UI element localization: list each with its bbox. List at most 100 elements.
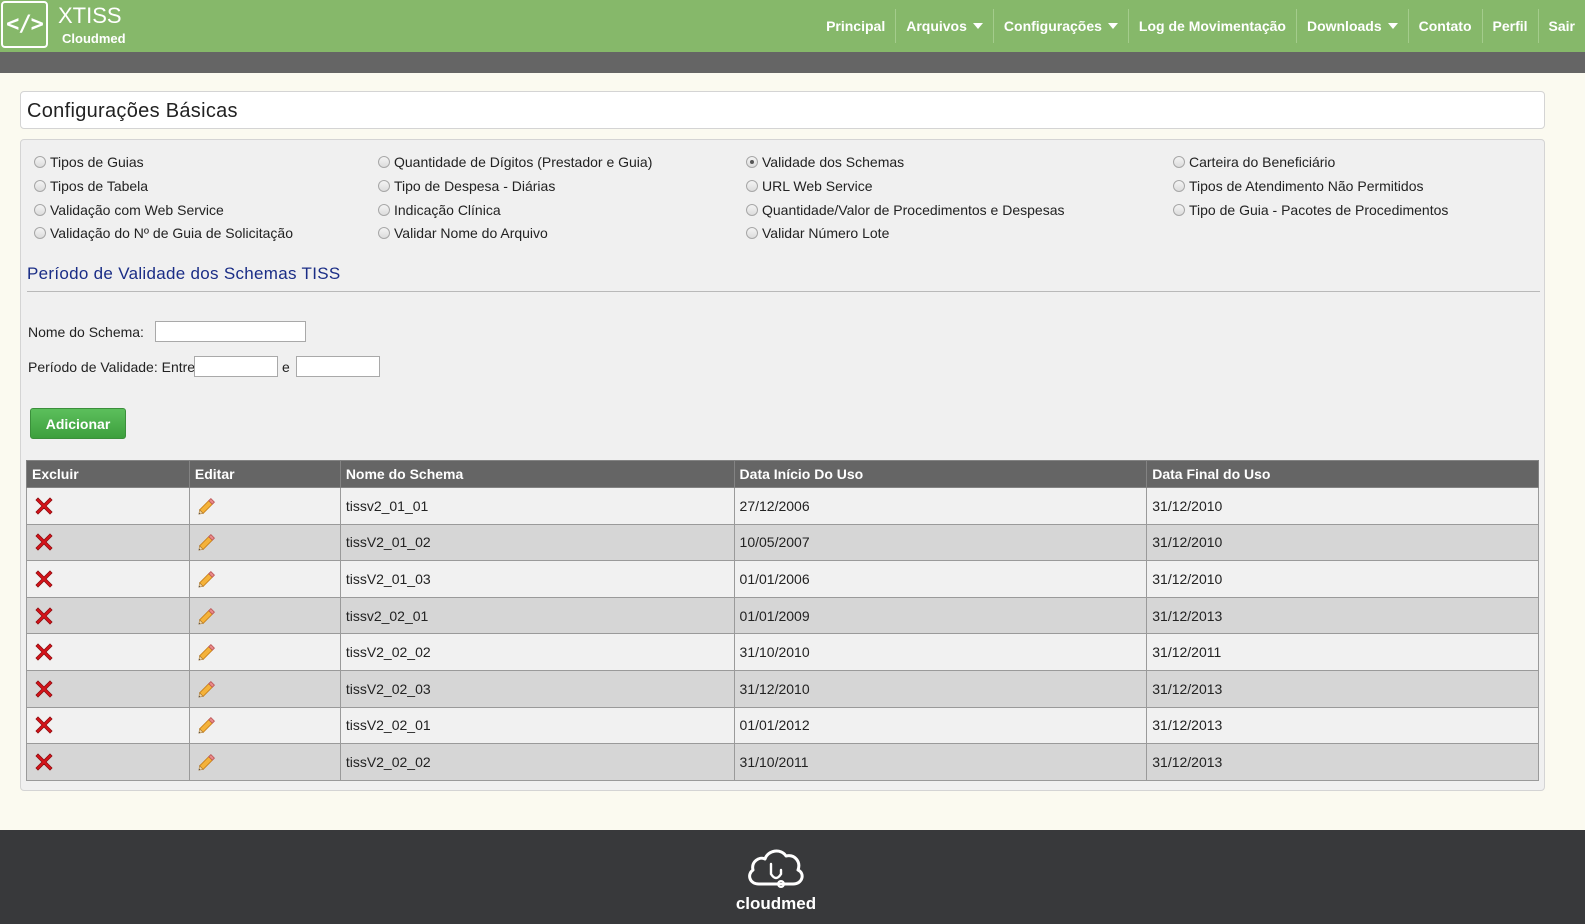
nav-downloads[interactable]: Downloads [1295, 9, 1408, 43]
cloud-icon [748, 849, 804, 888]
delete-x-icon[interactable] [32, 530, 56, 554]
column-header-delete[interactable]: Excluir [26, 460, 190, 488]
radio-button[interactable] [34, 179, 46, 192]
radio-button[interactable] [746, 227, 758, 240]
schema-name-cell: tissV2_01_03 [339, 560, 735, 598]
period-end-input[interactable] [296, 356, 380, 377]
edit-cell [188, 596, 341, 635]
column-header-schema-name[interactable]: Nome do Schema [339, 460, 735, 488]
schema-name-label: Nome do Schema: [28, 324, 144, 340]
delete-x-icon[interactable] [32, 713, 56, 737]
option-validacao-do-n-de-guia-de-solicitacao[interactable]: Validação do Nº de Guia de Solicitação [34, 225, 293, 241]
option-indicacao-clinica[interactable]: Indicação Clínica [378, 202, 501, 218]
option-validade-dos-schemas[interactable]: Validade dos Schemas [746, 154, 904, 170]
table-row: tissv2_01_01 27/12/2006 31/12/2010 [26, 487, 1539, 525]
footer-logo[interactable]: cloudmed [730, 844, 822, 914]
main-menu: Principal Arquivos Configurações Log de Mov… [816, 9, 1585, 43]
column-header-edit[interactable]: Editar [188, 460, 341, 488]
radio-button[interactable] [746, 203, 758, 216]
column-header-start-date[interactable]: Data Início Do Uso [733, 460, 1148, 488]
delete-x-icon[interactable] [32, 750, 56, 774]
option-quantidade-de-digitos-prestador-e-guia[interactable]: Quantidade de Dígitos (Prestador e Guia) [378, 154, 652, 170]
option-label: Carteira do Beneficiário [1189, 154, 1336, 170]
pencil-icon[interactable] [195, 640, 219, 664]
delete-x-icon[interactable] [32, 677, 56, 701]
option-label: Quantidade de Dígitos (Prestador e Guia) [394, 154, 653, 170]
radio-button[interactable] [1173, 179, 1185, 192]
option-quantidade-valor-de-procedimentos-e-despesas[interactable]: Quantidade/Valor de Procedimentos e Desp… [746, 202, 1064, 218]
pencil-icon[interactable] [195, 713, 219, 737]
caret-down-icon [1387, 23, 1398, 29]
option-tipos-de-tabela[interactable]: Tipos de Tabela [34, 178, 148, 194]
validity-period-label: Período de Validade: Entre [28, 359, 196, 375]
end-date-cell: 31/12/2013 [1146, 596, 1539, 635]
caret-down-icon [972, 23, 983, 29]
column-header-end-date[interactable]: Data Final do Uso [1146, 460, 1539, 488]
start-date-cell: 31/10/2010 [733, 633, 1148, 671]
delete-x-icon[interactable] [32, 494, 56, 518]
pencil-icon[interactable] [195, 677, 219, 701]
nav-label: Log de Movimentação [1138, 18, 1286, 34]
edit-cell [188, 487, 341, 525]
radio-button[interactable] [34, 227, 46, 240]
nav-configuracoes[interactable]: Configurações [992, 9, 1128, 43]
table-row: tissV2_02_03 31/12/2010 31/12/2013 [26, 669, 1539, 708]
option-validar-numero-lote[interactable]: Validar Número Lote [746, 225, 889, 241]
option-validacao-com-web-service[interactable]: Validação com Web Service [34, 202, 224, 218]
end-date-cell: 31/12/2011 [1146, 633, 1539, 671]
pencil-icon[interactable] [195, 494, 219, 518]
option-carteira-do-beneficiario[interactable]: Carteira do Beneficiário [1173, 154, 1335, 170]
start-date-cell: 01/01/2009 [733, 596, 1148, 635]
option-tipos-de-atendimento-nao-permitidos[interactable]: Tipos de Atendimento Não Permitidos [1173, 178, 1424, 194]
nav-arquivos[interactable]: Arquivos [895, 9, 993, 43]
nav-contato[interactable]: Contato [1407, 9, 1482, 43]
start-date-cell: 31/10/2011 [733, 743, 1148, 781]
start-date-cell: 31/12/2010 [733, 669, 1148, 708]
radio-button[interactable] [378, 203, 390, 216]
radio-button[interactable] [1173, 203, 1185, 216]
radio-button[interactable] [378, 156, 390, 168]
nav-principal[interactable]: Principal [816, 9, 895, 43]
pencil-icon[interactable] [195, 604, 219, 628]
option-validar-nome-do-arquivo[interactable]: Validar Nome do Arquivo [378, 225, 548, 241]
option-label: Tipo de Guia - Pacotes de Procedimentos [1189, 201, 1449, 218]
option-tipo-de-guia-pacotes-de-procedimentos[interactable]: Tipo de Guia - Pacotes de Procedimentos [1173, 202, 1448, 218]
schema-name-input[interactable] [155, 321, 306, 342]
nav-log-de-movimentacao[interactable]: Log de Movimentação [1127, 9, 1296, 43]
nav-perfil[interactable]: Perfil [1481, 9, 1538, 43]
edit-cell [188, 669, 341, 708]
pencil-icon[interactable] [195, 530, 219, 554]
add-button[interactable]: Adicionar [30, 408, 126, 439]
radio-button[interactable] [746, 156, 758, 168]
table-row: tissV2_02_01 01/01/2012 31/12/2013 [26, 706, 1539, 745]
delete-x-icon[interactable] [32, 567, 56, 591]
nav-sair[interactable]: Sair [1537, 9, 1585, 43]
page-title: Configurações Básicas [27, 100, 238, 122]
radio-button[interactable] [1173, 156, 1185, 168]
radio-button[interactable] [378, 179, 390, 192]
end-date-cell: 31/12/2010 [1146, 560, 1539, 598]
start-date-cell: 01/01/2006 [733, 560, 1148, 598]
radio-button[interactable] [378, 227, 390, 240]
code-logo-icon[interactable]: </> [1, 1, 48, 48]
option-tipo-de-despesa-diarias[interactable]: Tipo de Despesa - Diárias [378, 178, 555, 194]
pencil-icon[interactable] [195, 750, 219, 774]
footer: cloudmed [0, 830, 1585, 924]
option-label: URL Web Service [762, 177, 873, 194]
delete-x-icon[interactable] [32, 604, 56, 628]
option-tipos-de-guias[interactable]: Tipos de Guias [34, 154, 144, 170]
option-label: Tipos de Guias [50, 154, 144, 170]
period-start-input[interactable] [194, 356, 278, 377]
option-label: Validade dos Schemas [762, 154, 905, 170]
pencil-icon[interactable] [195, 567, 219, 591]
top-navbar: </> XTISS Cloudmed Principal Arquivos Conf… [0, 0, 1585, 52]
radio-button[interactable] [34, 156, 46, 168]
radio-button[interactable] [34, 203, 46, 216]
start-date-cell: 27/12/2006 [733, 487, 1148, 525]
end-date-cell: 31/12/2013 [1146, 706, 1539, 745]
brand-name[interactable]: XTISS [58, 3, 122, 29]
radio-button[interactable] [746, 179, 758, 192]
nav-label: Sair [1548, 18, 1575, 34]
option-url-web-service[interactable]: URL Web Service [746, 178, 872, 194]
delete-x-icon[interactable] [32, 640, 56, 664]
